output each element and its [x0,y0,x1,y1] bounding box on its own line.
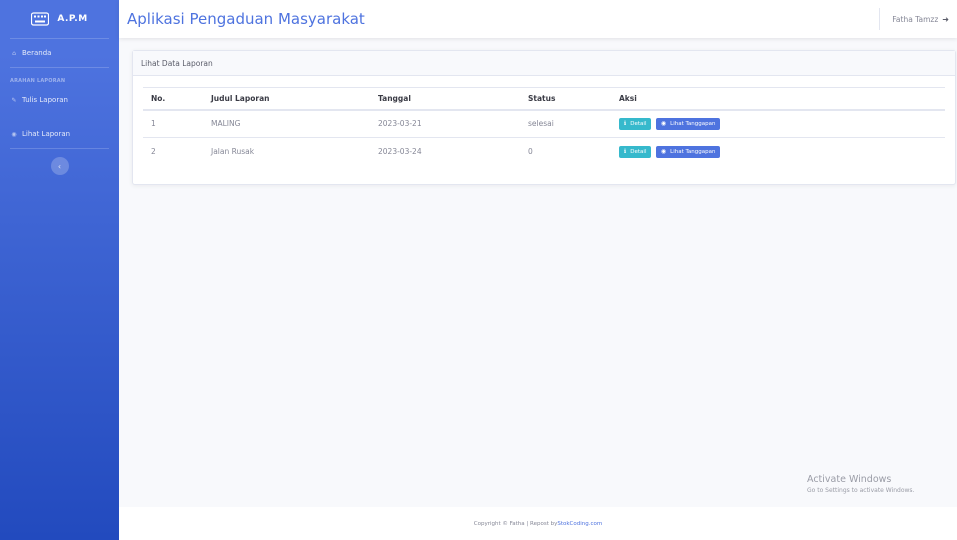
brand-text: A.P.M [57,14,88,24]
watermark-subtitle: Go to Settings to activate Windows. [807,487,915,494]
table-row: 2 Jalan Rusak 2023-03-24 0 ℹ Detail ◉ Li… [143,137,945,166]
column-header-no: No. [143,87,203,111]
info-icon: ℹ [624,148,627,156]
info-icon: ℹ [624,120,627,128]
report-card: Lihat Data Laporan No. Judul Laporan Tan… [132,50,956,185]
cell-aksi: ℹ Detail ◉ Lihat Tanggapan [611,109,945,138]
sidebar-brand[interactable]: A.P.M [0,0,119,38]
watermark-title: Activate Windows [807,474,892,485]
sidebar-divider [10,148,109,149]
detail-label: Detail [630,120,647,127]
cell-status: 0 [520,137,611,166]
sidebar-heading: ARAHAN LAPORAN [10,78,66,84]
sidebar: A.P.M ⌂ Beranda ARAHAN LAPORAN ✎ Tulis L… [0,0,119,540]
card-body: No. Judul Laporan Tanggal Status Aksi 1 … [133,76,955,177]
column-header-status: Status [520,87,611,111]
sidebar-item-label: Lihat Laporan [22,130,71,138]
logout-icon[interactable]: ➜ [942,15,949,24]
cell-aksi: ℹ Detail ◉ Lihat Tanggapan [611,137,945,166]
eye-icon: ◉ [660,120,667,128]
user-menu[interactable]: Fatha Tamzz ➜ [879,8,949,30]
footer-text: Copyright © Fatha | Repost by [473,520,558,527]
cell-no: 2 [143,137,203,166]
sidebar-toggle-button[interactable]: ‹ [50,157,69,175]
sidebar-item-lihat-laporan[interactable]: ◉ Lihat Laporan [0,120,119,148]
lihat-tanggapan-button[interactable]: ◉ Lihat Tanggapan [655,117,721,130]
column-header-aksi: Aksi [611,87,945,111]
footer: Copyright © Fatha | Repost by StokCoding… [119,507,957,540]
cell-tanggal: 2023-03-24 [370,137,520,166]
topbar: Aplikasi Pengaduan Masyarakat Fatha Tamz… [119,0,957,38]
detail-button[interactable]: ℹ Detail [619,117,652,130]
cell-judul: MALING [203,109,370,138]
page-title: Aplikasi Pengaduan Masyarakat [127,10,365,28]
sidebar-item-label: Tulis Laporan [22,96,68,104]
edit-icon: ✎ [11,96,17,104]
cell-judul: Jalan Rusak [203,137,370,166]
home-icon: ⌂ [12,49,16,57]
sidebar-item-tulis-laporan[interactable]: ✎ Tulis Laporan [0,86,119,114]
tanggapan-label: Lihat Tanggapan [670,120,716,127]
cell-no: 1 [143,109,203,138]
activate-windows-watermark: Activate Windows Go to Settings to activ… [807,474,914,494]
table-header-row: No. Judul Laporan Tanggal Status Aksi [143,87,945,111]
lihat-tanggapan-button[interactable]: ◉ Lihat Tanggapan [655,145,721,158]
keyboard-icon [31,12,50,26]
cell-tanggal: 2023-03-21 [370,109,520,138]
tanggapan-label: Lihat Tanggapan [670,148,716,155]
detail-button[interactable]: ℹ Detail [619,145,652,158]
sidebar-item-beranda[interactable]: ⌂ Beranda [0,39,119,67]
column-header-tanggal: Tanggal [370,87,520,111]
user-name: Fatha Tamzz [892,14,939,24]
card-title: Lihat Data Laporan [141,58,213,68]
table-row: 1 MALING 2023-03-21 selesai ℹ Detail ◉ L… [143,109,945,138]
sidebar-item-label: Beranda [22,49,52,57]
eye-icon: ◉ [11,130,17,138]
cell-status: selesai [520,109,611,138]
eye-icon: ◉ [660,148,667,156]
card-header: Lihat Data Laporan [133,51,955,76]
detail-label: Detail [630,148,647,155]
footer-link[interactable]: StokCoding.com [557,521,602,527]
report-table: No. Judul Laporan Tanggal Status Aksi 1 … [143,87,945,166]
chevron-left-icon: ‹ [57,161,62,171]
column-header-judul: Judul Laporan [203,87,370,111]
